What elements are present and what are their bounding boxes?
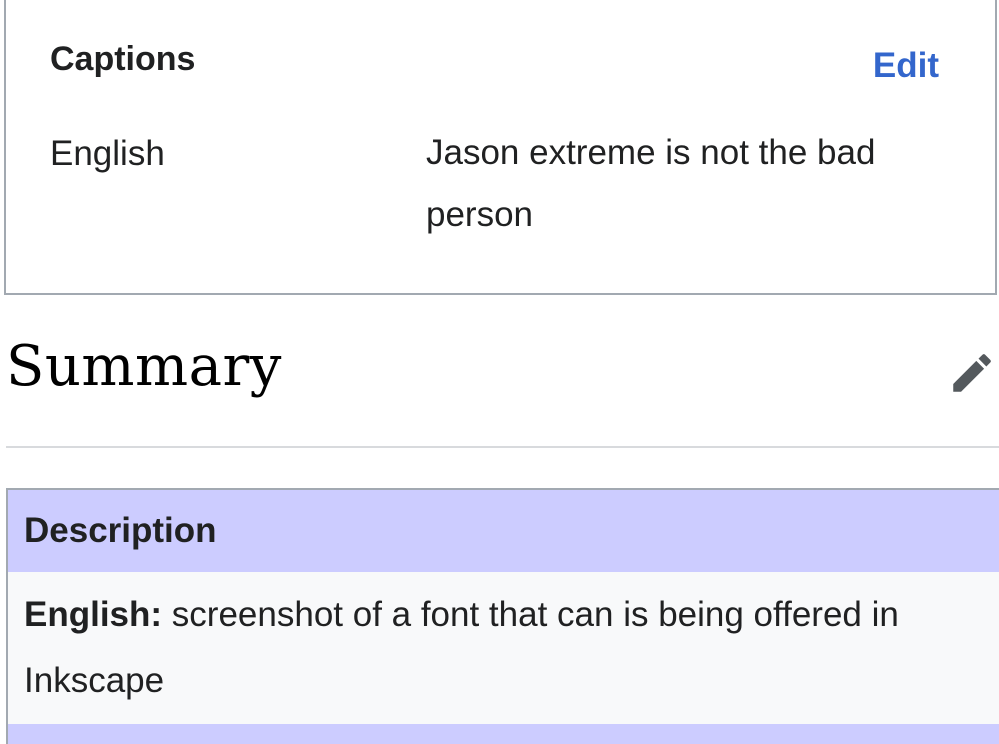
captions-title: Captions bbox=[50, 40, 196, 78]
description-language-label: English: bbox=[24, 595, 163, 634]
caption-text: Jason extreme is not the bad person bbox=[426, 133, 876, 234]
summary-heading: Summary bbox=[6, 334, 282, 399]
description-table: Description English: screenshot of a fon… bbox=[6, 488, 999, 744]
captions-edit-link[interactable]: Edit bbox=[873, 46, 939, 86]
captions-panel: Captions Edit English Jason extreme is n… bbox=[4, 0, 997, 295]
description-header: Description bbox=[8, 490, 999, 572]
description-body: English: screenshot of a font that can i… bbox=[8, 572, 999, 724]
summary-divider bbox=[6, 446, 999, 448]
caption-language: English bbox=[50, 134, 165, 173]
description-table-next-row bbox=[8, 724, 999, 744]
pencil-icon[interactable] bbox=[947, 348, 997, 398]
